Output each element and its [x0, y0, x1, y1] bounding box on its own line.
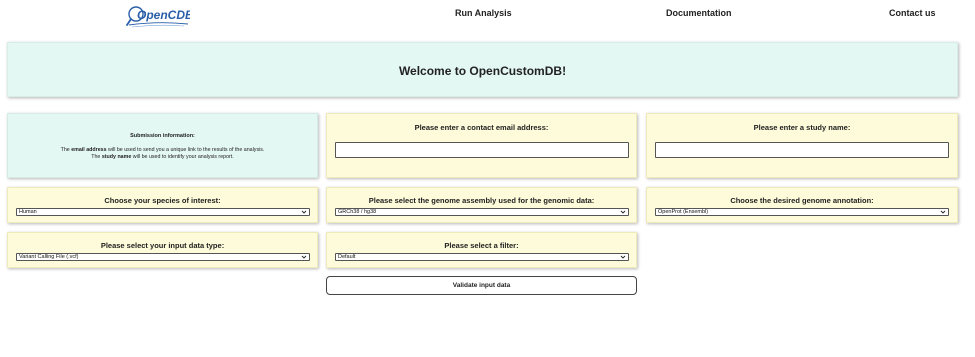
email-label: Please enter a contact email address: [414, 123, 549, 132]
annotation-select-value: OpenProt (Ensembl) [658, 209, 709, 215]
validate-input-button[interactable]: Validate input data [326, 276, 637, 295]
chevron-down-icon [620, 255, 626, 259]
data-type-select-value: Variant Calling File (.vcf) [19, 254, 79, 260]
data-type-label: Please select your input data type: [100, 241, 225, 250]
filter-label: Please select a filter: [444, 241, 519, 250]
submission-info-title: Submission information: [130, 133, 195, 139]
assembly-label: Please select the genome assembly used f… [368, 196, 595, 205]
nav-contact-us[interactable]: Contact us [889, 8, 936, 18]
info-line-email: The email address will be used to send y… [60, 147, 265, 153]
study-name-card: Please enter a study name: [646, 113, 958, 178]
species-select-value: Human [19, 209, 37, 215]
filter-card: Please select a filter: Default [326, 232, 637, 268]
chevron-down-icon [620, 210, 626, 214]
chevron-down-icon [940, 210, 946, 214]
opencdb-logo[interactable]: OpenCDB [126, 4, 190, 28]
annotation-select[interactable]: OpenProt (Ensembl) [655, 208, 949, 216]
logo-text: OpenCDB [137, 8, 190, 22]
assembly-card: Please select the genome assembly used f… [326, 187, 637, 223]
chevron-down-icon [301, 210, 307, 214]
study-name-label: Please enter a study name: [753, 123, 851, 132]
welcome-banner: Welcome to OpenCustomDB! [7, 42, 958, 97]
chevron-down-icon [301, 255, 307, 259]
species-card: Choose your species of interest: Human [7, 187, 318, 223]
species-label: Choose your species of interest: [104, 196, 221, 205]
annotation-card: Choose the desired genome annotation: Op… [646, 187, 958, 223]
annotation-label: Choose the desired genome annotation: [730, 196, 874, 205]
species-select[interactable]: Human [16, 208, 310, 216]
data-type-select[interactable]: Variant Calling File (.vcf) [16, 253, 310, 261]
page-title: Welcome to OpenCustomDB! [398, 64, 567, 78]
email-field[interactable] [335, 142, 629, 158]
info-line-study: The study name will be used to identify … [91, 154, 234, 160]
navbar: OpenCDB Run Analysis Documentation Conta… [0, 0, 975, 34]
study-name-field[interactable] [655, 142, 949, 158]
assembly-select[interactable]: GRCh38 / hg38 [335, 208, 629, 216]
filter-select-value: Default [338, 254, 356, 260]
magnifier-logo-icon: OpenCDB [126, 6, 190, 28]
submission-info-card: Submission information: The email addres… [7, 113, 318, 178]
data-type-card: Please select your input data type: Vari… [7, 232, 318, 268]
assembly-select-value: GRCh38 / hg38 [338, 209, 377, 215]
nav-documentation[interactable]: Documentation [666, 8, 732, 18]
nav-run-analysis[interactable]: Run Analysis [455, 8, 512, 18]
filter-select[interactable]: Default [335, 253, 629, 261]
email-card: Please enter a contact email address: [326, 113, 637, 178]
